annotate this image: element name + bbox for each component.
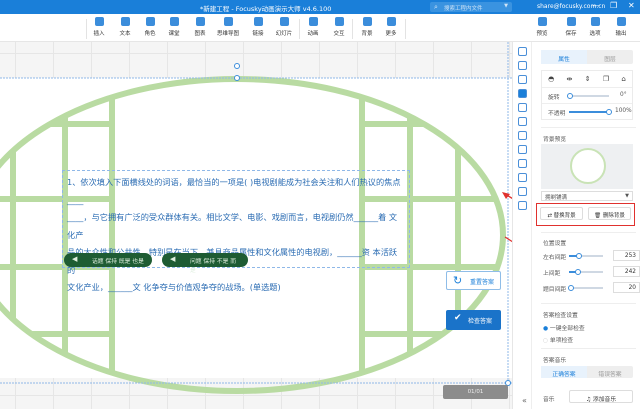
divider — [352, 19, 353, 39]
transform-box: ◓ ⇹ ⇕ ❐ ⌂ 旋转 0° 不透明 100% — [541, 70, 633, 120]
preview-icon — [537, 17, 547, 26]
toolbar-class[interactable]: 课堂 — [161, 17, 187, 37]
horizontal-spacing-input[interactable]: 253 — [613, 250, 640, 261]
toolbar-chart[interactable]: 图表 — [187, 17, 213, 37]
title-bar: *新建工程 - Focusky动画演示大师 v4.6.100 ⌕ 搜索工程内文件 ▼… — [0, 0, 640, 14]
plus-icon — [94, 17, 104, 26]
radio-check-all[interactable]: ● 一键全部检查 — [543, 323, 585, 332]
flip-horizontal-icon[interactable]: ⇹ — [567, 75, 573, 83]
option-spacing-slider[interactable] — [568, 284, 603, 291]
delete-icon[interactable]: ⌂ — [621, 75, 625, 83]
toolbar-role[interactable]: 角色 — [137, 17, 163, 37]
tab-properties[interactable]: 属性 — [541, 50, 587, 64]
answer-option-a[interactable]: ◀ 话题 保持 既是 也是 — [64, 253, 152, 267]
toolbar-options[interactable]: 选项 — [582, 17, 608, 37]
tool-icon[interactable] — [517, 103, 527, 112]
toolbar-more[interactable]: 更多 — [378, 17, 404, 37]
toolbar-text[interactable]: 文本 — [112, 17, 138, 37]
search-icon: ⌕ — [434, 3, 438, 11]
tool-icon[interactable] — [517, 159, 527, 168]
tool-icon[interactable] — [517, 61, 527, 70]
toolbar-slides[interactable]: 幻灯片 — [271, 17, 297, 37]
fill-mode-select[interactable]: 拥剃铺满 ▼ — [541, 191, 633, 201]
text-icon — [120, 17, 130, 26]
tool-icon[interactable] — [517, 145, 527, 154]
slide-icon — [279, 17, 289, 26]
answer-option-b[interactable]: ◀ 问题 保持 不是 而是 — [162, 253, 248, 274]
tab-wrong-answer[interactable]: 错误答案 — [587, 366, 633, 378]
option-spacing-input[interactable]: 20 — [613, 282, 640, 293]
refresh-icon: ↻ — [453, 274, 463, 287]
fill-icon[interactable]: ◓ — [548, 75, 554, 83]
collapse-panel-button[interactable]: « — [522, 396, 527, 405]
music-icon: ♫ — [585, 397, 593, 403]
search-input[interactable]: ⌕ 搜索工程内文件 ▼ — [430, 2, 512, 12]
reset-answer-button[interactable]: ↻ 重置答案 — [446, 271, 501, 290]
tool-icon[interactable] — [517, 117, 527, 126]
vertical-spacing-input[interactable]: 242 — [613, 266, 640, 277]
toolbar-link[interactable]: 链接 — [245, 17, 271, 37]
tool-icon[interactable] — [517, 131, 527, 140]
interaction-icon — [334, 17, 344, 26]
tool-icon[interactable] — [517, 75, 527, 84]
opacity-slider[interactable] — [569, 108, 612, 115]
more-icon — [386, 17, 396, 26]
divider — [405, 19, 406, 39]
chevron-down-icon: ▼ — [504, 3, 508, 9]
animation-icon — [308, 17, 318, 26]
class-icon — [169, 17, 179, 26]
tool-icon[interactable] — [517, 187, 527, 196]
tool-icon[interactable] — [517, 201, 527, 210]
tool-icon-active[interactable] — [517, 89, 527, 98]
vertical-spacing-slider[interactable] — [569, 268, 603, 275]
tool-icon[interactable] — [517, 47, 527, 56]
element-icon-strip — [512, 42, 531, 409]
slide-pager[interactable]: 01/01 — [443, 385, 508, 399]
flip-vertical-icon[interactable]: ⇕ — [585, 75, 591, 83]
background-icon — [362, 17, 372, 26]
toolbar-export[interactable]: 输出 — [608, 17, 634, 37]
check-answer-button[interactable]: ✔ 检查答案 — [446, 310, 501, 330]
toolbar-background[interactable]: 背景 — [354, 17, 380, 37]
link-icon — [253, 17, 263, 26]
highlight-box — [536, 203, 635, 226]
minimize-button[interactable]: — — [592, 1, 600, 10]
chart-icon — [195, 17, 205, 26]
toolbar-animation[interactable]: 动画 — [300, 17, 326, 37]
save-icon — [566, 17, 576, 26]
rotate-slider[interactable] — [567, 92, 609, 99]
window-title: *新建工程 - Focusky动画演示大师 v4.6.100 — [200, 5, 332, 13]
toolbar-insert[interactable]: 插入 — [86, 17, 112, 37]
toolbar-save[interactable]: 保存 — [558, 17, 584, 37]
check-icon: ✔ — [454, 313, 462, 323]
close-button[interactable]: ✕ — [628, 1, 635, 10]
gear-icon — [590, 17, 600, 26]
copy-icon[interactable]: ❐ — [603, 75, 609, 83]
horizontal-spacing-slider[interactable] — [569, 252, 603, 259]
radio-check-single[interactable]: ○ 单项检查 — [543, 335, 573, 344]
tool-icon[interactable] — [517, 173, 527, 182]
add-music-button[interactable]: ♫ 添加音乐 — [569, 390, 633, 403]
background-preview — [541, 144, 633, 189]
speaker-icon: ◀ — [72, 255, 78, 263]
mindmap-icon — [223, 17, 233, 26]
tab-correct-answer[interactable]: 正确答案 — [541, 366, 587, 378]
chevron-down-icon: ▼ — [625, 193, 629, 199]
restore-button[interactable]: ❐ — [610, 1, 617, 10]
person-icon — [145, 17, 155, 26]
toolbar-interaction[interactable]: 交互 — [326, 17, 352, 37]
tab-layers[interactable]: 图层 — [587, 50, 633, 64]
toolbar-mindmap[interactable]: 思维导图 — [215, 17, 241, 37]
export-icon — [616, 17, 626, 26]
speaker-icon: ◀ — [170, 255, 176, 263]
toolbar: 插入 文本 角色 课堂 图表 思维导图 链接 幻灯片 动画 交互 背景 更多 预… — [0, 14, 640, 42]
toolbar-preview[interactable]: 预览 — [529, 17, 555, 37]
